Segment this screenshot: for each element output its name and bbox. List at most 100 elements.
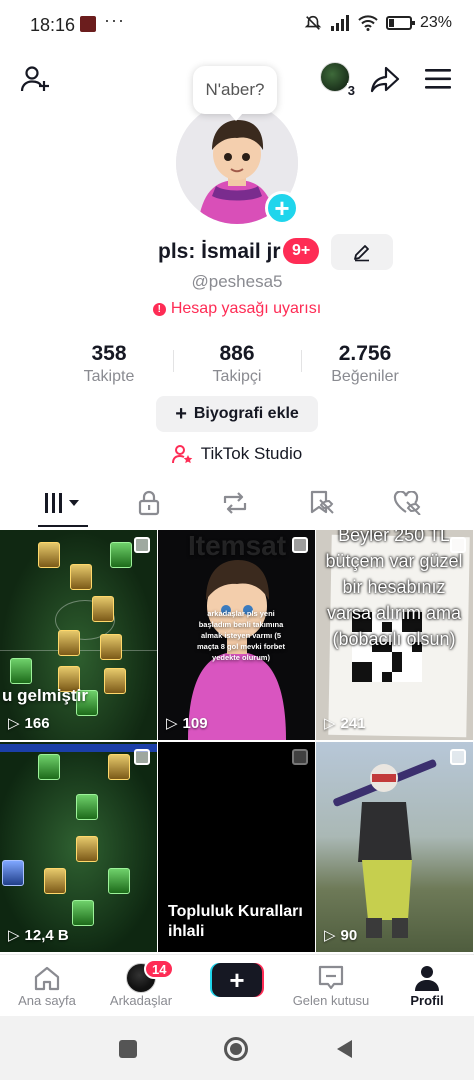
friends-avatar-button[interactable]: 3 — [320, 62, 356, 98]
stat-label: Takipçi — [212, 368, 262, 385]
menu-icon[interactable] — [422, 64, 454, 94]
nav-label: Ana sayfa — [18, 993, 76, 1008]
nav-inbox[interactable]: Gelen kutusu — [284, 963, 378, 1008]
friends-count: 3 — [346, 83, 356, 98]
video-thumbnail[interactable]: Beyler 250 TL bütçem var güzel bir hesab… — [316, 530, 473, 740]
view-count: ▷ 90 — [324, 926, 358, 945]
back-icon[interactable] — [334, 1038, 354, 1060]
warning-icon: ! — [152, 302, 166, 316]
stat-divider — [301, 350, 302, 372]
favorites-tab[interactable] — [274, 478, 368, 528]
account-ban-warning[interactable]: ! Hesap yasağı uyarısı — [0, 300, 474, 318]
play-icon: ▷ — [324, 927, 336, 944]
plus-icon: + — [212, 963, 262, 997]
nav-profile[interactable]: Profil — [380, 963, 474, 1008]
nav-label: Gelen kutusu — [292, 993, 370, 1008]
stat-likes[interactable]: 2.756 Beğeniler — [305, 342, 425, 386]
home-circle-icon[interactable] — [224, 1037, 248, 1061]
status-time: 18:16 — [30, 15, 76, 35]
home-icon — [34, 966, 60, 991]
plus-icon: + — [175, 403, 187, 425]
status-bar: 18:16 ··· 23% — [0, 0, 474, 50]
grid-videos-icon — [45, 493, 79, 513]
profile-username: pls: İsmail jr — [158, 240, 281, 263]
stat-value: 2.756 — [338, 342, 392, 365]
view-count: ▷ 12,4 B — [8, 926, 69, 945]
video-thumbnail[interactable]: ▷ 90 — [316, 742, 473, 952]
battery-icon — [385, 16, 415, 30]
nav-friends[interactable]: 14 Arkadaşlar — [94, 959, 188, 1008]
view-count-value: 109 — [182, 714, 208, 732]
view-count-value: 12,4 B — [24, 926, 69, 944]
friend-avatar — [320, 62, 350, 92]
community-guidelines-violation-label: Topluluk Kuralları ihlali — [168, 903, 303, 940]
video-thumbnail[interactable]: Topluluk Kuralları ihlali — [158, 742, 315, 952]
video-thumbnail[interactable]: u gelmiştir ▷ 166 — [0, 530, 157, 740]
lock-icon — [138, 490, 160, 516]
pin-icon — [450, 749, 466, 765]
pin-icon — [450, 537, 466, 553]
wifi-icon — [358, 15, 378, 31]
stat-value: 886 — [219, 342, 255, 365]
pin-icon — [134, 749, 150, 765]
studio-person-star-icon — [171, 445, 193, 464]
recent-apps-icon[interactable] — [119, 1040, 137, 1058]
more-notifications-indicator: ··· — [104, 10, 125, 30]
view-count-value: 90 — [340, 926, 358, 944]
stat-value: 358 — [91, 342, 127, 365]
warning-text: Hesap yasağı uyarısı — [170, 300, 322, 317]
system-navigation-bar — [0, 1016, 474, 1080]
view-count-value: 166 — [24, 714, 50, 732]
profile-handle: @peshesa5 — [191, 272, 283, 291]
status-tooltip[interactable]: N'aber? — [193, 66, 277, 121]
videos-tab[interactable] — [16, 478, 110, 528]
play-icon: ▷ — [8, 715, 20, 732]
app-notification-icon — [80, 16, 96, 32]
tiktok-studio-link[interactable]: TikTok Studio — [0, 444, 474, 464]
liked-tab[interactable] — [360, 478, 454, 528]
view-count-value: 241 — [340, 714, 366, 732]
stat-followers[interactable]: 886 Takipçi — [177, 342, 297, 386]
video-caption-overlay: arkadaşlar pls yeni başladım benli takım… — [197, 609, 285, 662]
content-tabs — [0, 478, 474, 528]
share-icon[interactable] — [368, 62, 402, 96]
studio-label: TikTok Studio — [200, 444, 303, 463]
inbox-icon — [318, 965, 344, 990]
pin-icon — [292, 749, 308, 765]
view-count: ▷ 109 — [166, 714, 208, 733]
signal-icon — [330, 15, 349, 31]
stat-divider — [173, 350, 174, 372]
reposts-tab[interactable] — [188, 478, 282, 528]
add-bio-button[interactable]: + Biyografi ekle — [156, 396, 318, 432]
add-friend-icon[interactable] — [18, 62, 52, 96]
nav-label: Arkadaşlar — [109, 993, 173, 1008]
edit-profile-button[interactable] — [331, 234, 393, 270]
active-tab-indicator — [38, 525, 88, 527]
add-photo-button[interactable]: + — [265, 191, 299, 225]
nav-home[interactable]: Ana sayfa — [0, 963, 94, 1008]
pin-icon — [292, 537, 308, 553]
view-count: ▷ 166 — [8, 714, 50, 733]
friends-badge: 14 — [144, 959, 175, 979]
notification-badge[interactable]: 9+ — [283, 238, 320, 264]
bookmark-hidden-icon — [310, 490, 334, 514]
video-thumbnail[interactable]: ▷ 12,4 B — [0, 742, 157, 952]
stat-following[interactable]: 358 Takipte — [49, 342, 169, 386]
stat-label: Beğeniler — [331, 368, 399, 385]
create-video-button[interactable]: + — [210, 963, 264, 997]
pin-icon — [134, 537, 150, 553]
repost-icon — [223, 492, 247, 514]
game-character-image — [333, 759, 437, 938]
stat-label: Takipte — [83, 368, 135, 385]
video-thumbnail[interactable]: Itemsat arkadaşlar pls yeni başladım ben… — [158, 530, 315, 740]
battery-percentage: 23% — [419, 14, 452, 31]
mute-icon — [304, 15, 322, 30]
play-icon: ▷ — [324, 715, 336, 732]
play-icon: ▷ — [8, 927, 20, 944]
bottom-navigation: Ana sayfa 14 Arkadaşlar + Gelen kutusu P… — [0, 954, 474, 1016]
pencil-icon — [354, 245, 369, 262]
view-count: ▷ 241 — [324, 714, 366, 733]
private-tab[interactable] — [102, 478, 196, 528]
play-icon: ▷ — [166, 715, 178, 732]
nav-label: Profil — [410, 993, 444, 1008]
